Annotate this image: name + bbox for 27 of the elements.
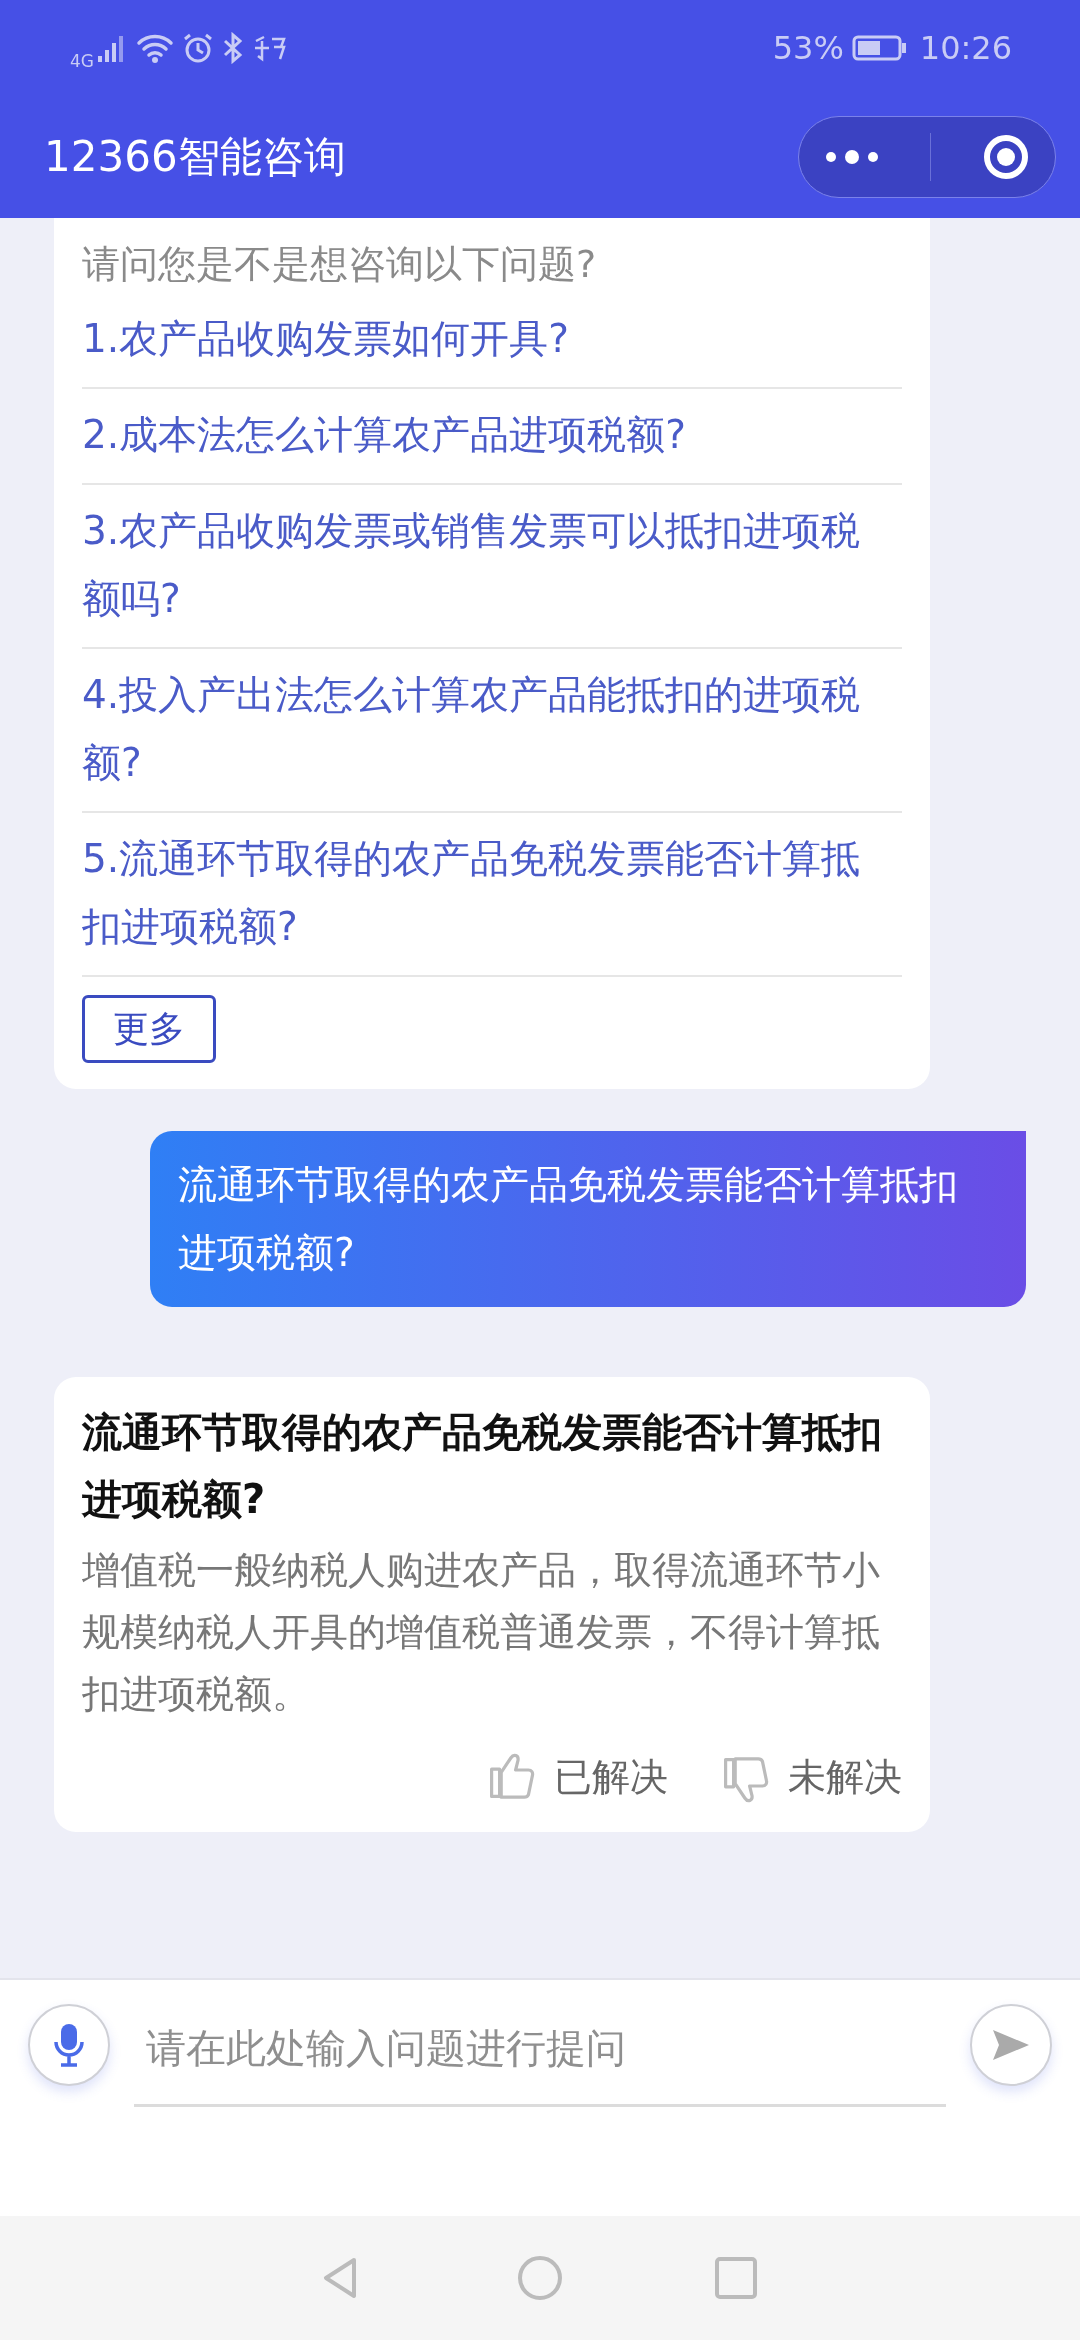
mic-button[interactable] <box>28 2004 110 2086</box>
feedback-label[interactable]: 已解决 <box>554 1749 668 1806</box>
feedback-label[interactable]: 未解决 <box>788 1749 902 1806</box>
user-message: 流通环节取得的农产品免税发票能否计算抵扣进项税额? <box>150 1131 1026 1307</box>
question-link[interactable]: 2.成本法怎么计算农产品进项税额? <box>82 389 902 485</box>
home-icon[interactable] <box>516 2254 564 2302</box>
page-title: 12366智能咨询 <box>44 131 346 183</box>
suggestion-prompt: 请问您是不是想咨询以下问题? <box>82 241 598 288</box>
recent-apps-icon[interactable] <box>712 2254 760 2302</box>
microphone-icon <box>52 2022 86 2068</box>
more-button[interactable]: 更多 <box>82 995 216 1063</box>
question-link[interactable]: 3.农产品收购发票或销售发票可以抵扣进项税额吗? <box>82 485 902 649</box>
more-icon[interactable] <box>824 148 881 165</box>
alarm-icon <box>182 31 214 64</box>
answer-title: 流通环节取得的农产品免税发票能否计算抵扣进项税额? <box>82 1408 883 1524</box>
answer-text: 增值税一般纳税人购进农产品，取得流通环节小规模纳税人开具的增值税普通发票，不得计算抵扣进项税额。 <box>82 1547 881 1718</box>
question-link[interactable]: 4.投入产出法怎么计算农产品能抵扣的进项税额? <box>82 649 902 813</box>
question-input[interactable]: 请在此处输入问题进行提问 <box>146 2018 934 2078</box>
send-button[interactable] <box>970 2004 1052 2086</box>
question-link[interactable]: 1.农产品收购发票如何开具? <box>82 293 902 389</box>
network-type: 4G <box>70 49 94 73</box>
status-time: 10:26 <box>919 27 1012 69</box>
battery-percent: 53% <box>772 27 844 69</box>
question-link[interactable]: 5.流通环节取得的农产品免税发票能否计算抵扣进项税额? <box>82 813 902 977</box>
send-icon <box>991 2028 1031 2062</box>
battery-icon <box>851 33 908 62</box>
bluetooth-icon <box>222 31 244 64</box>
